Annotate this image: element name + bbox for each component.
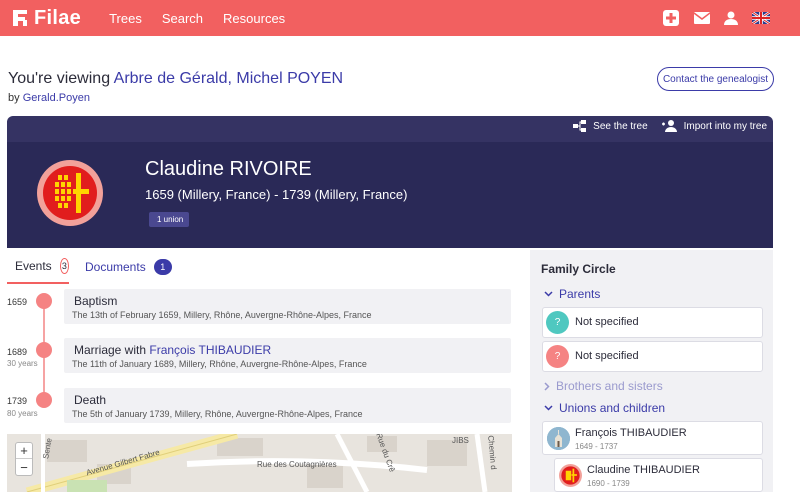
nav-icon-group <box>648 0 770 36</box>
spouse-card[interactable]: François THIBAUDIER 1649 - 1737 <box>542 421 763 455</box>
map-street-label: Rue des Coutagnières <box>257 460 337 469</box>
event-title: Baptism <box>74 294 118 308</box>
logo-text: Filae <box>34 6 82 29</box>
family-circle-title: Family Circle <box>541 262 616 276</box>
unknown-parent-icon: ? <box>546 345 569 368</box>
parent-card-father[interactable]: ? Not specified <box>542 307 763 338</box>
family-circle-panel: Family Circle Parents ? Not specified ? … <box>530 250 773 492</box>
zoom-in-button[interactable]: + <box>16 443 32 459</box>
timeline-dot <box>36 293 52 309</box>
author-link[interactable]: Gerald.Poyen <box>23 92 90 104</box>
parents-label: Parents <box>559 287 601 301</box>
unions-label: Unions and children <box>559 401 666 415</box>
event-year: 1659 <box>7 297 28 307</box>
see-tree-button[interactable]: See the tree <box>573 120 648 132</box>
filae-logo-mark-icon <box>13 10 27 26</box>
chevron-down-icon <box>544 405 553 411</box>
add-person-icon[interactable] <box>662 9 680 27</box>
coat-of-arms-icon <box>561 466 580 485</box>
nav-link-trees[interactable]: Trees <box>109 11 142 26</box>
event-map[interactable]: + − Avenue Gilbert Fabre Rue des Coutagn… <box>7 434 512 492</box>
contact-genealogist-button[interactable]: Contact the genealogist <box>657 67 774 91</box>
event-age: 30 years <box>7 359 38 368</box>
unions-section-toggle[interactable]: Unions and children <box>544 401 665 415</box>
profile-card-toolbar: See the tree Import into my tree <box>7 116 773 142</box>
parent-label: Not specified <box>575 316 639 328</box>
user-icon[interactable] <box>724 11 738 25</box>
main-nav: Trees Search Resources <box>109 11 305 26</box>
child-card[interactable]: Claudine THIBAUDIER 1690 - 1739 <box>554 458 763 492</box>
event-detail: The 11th of January 1689, Millery, Rhône… <box>72 359 367 369</box>
tab-documents-label: Documents <box>85 260 146 274</box>
tab-events[interactable]: Events 3 <box>7 250 69 284</box>
person-dates: 1659 (Millery, France) - 1739 (Millery, … <box>145 187 408 202</box>
spouse-link[interactable]: François THIBAUDIER <box>149 343 271 357</box>
zoom-out-button[interactable]: − <box>16 459 32 475</box>
mail-icon[interactable] <box>694 12 710 24</box>
siblings-section-toggle[interactable]: Brothers and sisters <box>544 379 663 393</box>
child-years: 1690 - 1739 <box>587 479 630 488</box>
spouse-avatar <box>547 427 570 450</box>
person-name: Claudine RIVOIRE <box>145 158 312 180</box>
event-year: 1689 <box>7 347 28 357</box>
byline: by Gerald.Poyen <box>8 92 90 104</box>
coat-of-arms-avatar <box>37 160 103 226</box>
union-badge[interactable]: 1 union <box>149 212 190 227</box>
event-card-baptism[interactable]: Baptism The 13th of February 1659, Mille… <box>64 289 511 324</box>
chevron-right-icon <box>544 381 550 391</box>
tree-icon <box>573 120 587 132</box>
church-icon <box>547 427 570 450</box>
by-prefix: by <box>8 92 20 104</box>
timeline-dot <box>36 342 52 358</box>
tab-documents[interactable]: Documents 1 <box>85 250 172 284</box>
event-title: Marriage with François THIBAUDIER <box>74 343 272 357</box>
add-user-icon <box>661 120 677 132</box>
chevron-down-icon <box>544 291 553 297</box>
event-detail: The 13th of February 1659, Millery, Rhôn… <box>72 310 372 320</box>
import-tree-label: Import into my tree <box>683 120 767 132</box>
events-count-badge: 3 <box>59 258 69 274</box>
timeline-dot <box>36 392 52 408</box>
event-card-marriage[interactable]: Marriage with François THIBAUDIER The 11… <box>64 338 511 373</box>
child-avatar <box>559 464 582 487</box>
spouse-name: François THIBAUDIER <box>575 427 687 439</box>
uk-flag-icon[interactable] <box>752 12 770 24</box>
documents-count-badge: 1 <box>153 259 172 275</box>
event-card-death[interactable]: Death The 5th of January 1739, Millery, … <box>64 388 511 423</box>
parent-card-mother[interactable]: ? Not specified <box>542 341 763 372</box>
child-name: Claudine THIBAUDIER <box>587 464 700 476</box>
siblings-label: Brothers and sisters <box>556 379 663 393</box>
coat-of-arms-icon <box>43 166 97 220</box>
spouse-years: 1649 - 1737 <box>575 442 618 451</box>
viewing-prefix: You're viewing <box>8 70 111 87</box>
import-tree-button[interactable]: Import into my tree <box>661 120 767 132</box>
viewing-heading: You're viewing Arbre de Gérald, Michel P… <box>8 70 343 88</box>
parent-label: Not specified <box>575 350 639 362</box>
map-zoom-control: + − <box>15 442 33 476</box>
tree-name-link[interactable]: Arbre de Gérald, Michel POYEN <box>114 70 343 87</box>
parents-section-toggle[interactable]: Parents <box>544 287 600 301</box>
event-detail: The 5th of January 1739, Millery, Rhône,… <box>72 409 363 419</box>
see-tree-label: See the tree <box>593 120 648 132</box>
nav-link-search[interactable]: Search <box>162 11 203 26</box>
profile-card: Claudine RIVOIRE 1659 (Millery, France) … <box>7 142 773 248</box>
tab-bar: Events 3 Documents 1 <box>7 250 527 284</box>
filae-logo[interactable]: Filae <box>10 7 81 30</box>
top-navigation-bar: Filae Trees Search Resources <box>0 0 800 36</box>
map-street-label: JIBS <box>452 436 469 445</box>
profile-actions: See the tree Import into my tree <box>559 120 767 132</box>
event-age: 80 years <box>7 409 38 418</box>
unknown-parent-icon: ? <box>546 311 569 334</box>
nav-link-resources[interactable]: Resources <box>223 11 285 26</box>
tab-events-label: Events <box>15 259 52 273</box>
event-title: Death <box>74 393 107 407</box>
event-year: 1739 <box>7 396 28 406</box>
